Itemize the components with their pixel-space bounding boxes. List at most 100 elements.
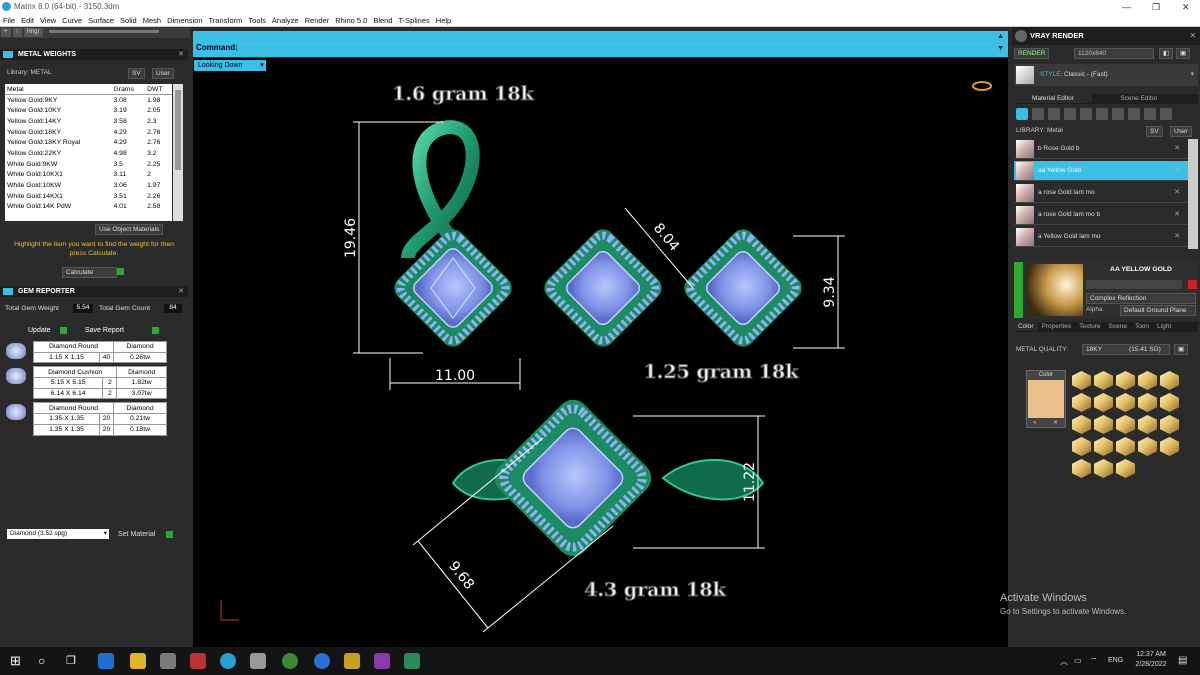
bucket-icon[interactable] [1144, 108, 1156, 120]
update-button[interactable]: Update [28, 327, 51, 334]
command-scroll-down-icon[interactable]: ▼ [997, 45, 1004, 52]
table-row[interactable]: Yellow Gold:18KY 4.29 2.76 [5, 127, 172, 138]
tray-wifi-icon[interactable]: ⌔ [1090, 656, 1098, 666]
app-icon-c[interactable] [250, 653, 266, 669]
save-report-go-icon[interactable] [152, 327, 159, 334]
light-icon[interactable] [1160, 108, 1172, 120]
render-options-icon[interactable]: ◧ [1159, 48, 1174, 59]
menu-dimension[interactable]: Dimension [164, 14, 205, 27]
scroll-thumb[interactable] [175, 90, 181, 170]
hinge-tool-button[interactable]: Hngr [23, 28, 43, 37]
menu-edit[interactable]: Edit [18, 14, 37, 27]
add-tool-button[interactable]: + [1, 28, 11, 37]
material-item[interactable]: a rose Gold lam mo b ✕ [1014, 205, 1188, 225]
color-swatch[interactable] [1028, 380, 1064, 418]
menu-rhino[interactable]: Rhino 5.0 [332, 14, 370, 27]
gradient-icon[interactable] [1064, 108, 1076, 120]
command-input[interactable] [239, 43, 991, 55]
file-explorer-icon[interactable] [130, 653, 146, 669]
tab-scene[interactable]: Scene [1105, 322, 1131, 331]
metal-quality-options-icon[interactable]: ▣ [1174, 344, 1189, 355]
menu-tools[interactable]: Tools [245, 14, 269, 27]
tab-scene-editor[interactable]: Scene Editor [1094, 94, 1184, 103]
gem-thumbnail-icon[interactable] [6, 368, 26, 385]
material-list-scrollbar[interactable] [1188, 139, 1198, 249]
col-dwt[interactable]: DWT [145, 84, 172, 96]
zoom-icon[interactable] [314, 653, 330, 669]
save-report-button[interactable]: Save Report [85, 327, 124, 334]
table-row[interactable]: White Gold:10KW 3.06 1.97 [5, 180, 172, 191]
menu-blend[interactable]: Blend [370, 14, 395, 27]
tab-properties[interactable]: Properties [1038, 322, 1076, 331]
menu-analyze[interactable]: Analyze [269, 14, 302, 27]
menu-file[interactable]: File [0, 14, 18, 27]
style-row[interactable]: STYLE: Classic - (Fast) ▾ [1014, 64, 1198, 86]
col-grams[interactable]: Grams [111, 84, 146, 96]
menu-view[interactable]: View [37, 14, 59, 27]
remove-material-icon[interactable]: ✕ [1174, 144, 1180, 152]
material-delete-icon[interactable] [1188, 280, 1197, 289]
col-metal[interactable]: Metal [5, 84, 112, 96]
clock-date[interactable]: 2/28/2022 [1130, 661, 1172, 668]
table-row[interactable]: Yellow Gold:9KY 3.08 1.98 [5, 95, 172, 106]
table-row[interactable]: Yellow Gold:10KY 3.19 2.05 [5, 105, 172, 116]
maximize-button[interactable]: ❐ [1152, 0, 1160, 14]
minimize-button[interactable]: — [1122, 0, 1131, 14]
tray-monitor-icon[interactable]: ▭ [1074, 656, 1082, 665]
tray-chevron-icon[interactable]: ︿ [1060, 656, 1068, 667]
search-icon[interactable]: ○ [38, 653, 54, 669]
close-button[interactable]: ✕ [1182, 0, 1190, 14]
command-scroll-up-icon[interactable]: ▲ [997, 33, 1004, 40]
menu-help[interactable]: Help [433, 14, 454, 27]
app-icon-e[interactable] [374, 653, 390, 669]
tab-color[interactable]: Color [1014, 322, 1038, 331]
render-camera-icon[interactable]: ▣ [1176, 48, 1191, 59]
gem-thumbnail-icon[interactable] [6, 404, 26, 421]
remove-material-icon[interactable]: ✕ [1174, 166, 1180, 174]
chrome-icon[interactable] [282, 653, 298, 669]
paint-icon[interactable] [1096, 108, 1108, 120]
gem-icon[interactable] [1032, 108, 1044, 120]
gem-row[interactable]: 6.14 X 6.14 2 3.07tw [32, 387, 167, 400]
table-row[interactable]: White Gold:10KX1 3.11 2 [5, 170, 172, 181]
metal-table-scrollbar[interactable] [173, 84, 183, 221]
app-icon-a[interactable] [160, 653, 176, 669]
viewport[interactable]: 19.46 11.00 9.34 8.04 11.22 9.68 1.6 gra… [193, 58, 1008, 647]
edge-icon[interactable] [98, 653, 114, 669]
menu-tsplines[interactable]: T-Splines [396, 14, 433, 27]
tab-light[interactable]: Light [1153, 322, 1175, 331]
update-go-icon[interactable] [60, 327, 67, 334]
tab-toon[interactable]: Toon [1131, 322, 1153, 331]
metal-weights-close-icon[interactable]: ✕ [178, 49, 184, 60]
app-icon-b[interactable] [190, 653, 206, 669]
remove-material-icon[interactable]: ✕ [1174, 232, 1180, 240]
set-material-button[interactable]: Set Material [118, 531, 155, 538]
droplet-icon[interactable] [1016, 108, 1028, 120]
view-tab[interactable]: Looking Down ▾ [194, 60, 266, 71]
gem-row[interactable]: 1.15 X 1.15 40 0.26tw [32, 351, 167, 364]
render-button[interactable]: RENDER [1014, 48, 1050, 59]
gem-thumbnail-icon[interactable] [6, 343, 26, 359]
gem-row[interactable]: 1.35 X 1.35 20 0.21tw [32, 413, 167, 425]
ground-plane-select[interactable]: Default Ground Plane [1120, 305, 1196, 316]
up-tool-button[interactable]: ↑ [12, 28, 22, 37]
menu-transform[interactable]: Transform [206, 14, 246, 27]
eyedropper-icon[interactable]: ● [1033, 420, 1037, 426]
view-dropdown-icon[interactable]: ▾ [258, 60, 266, 71]
task-view-icon[interactable]: ❐ [66, 653, 82, 669]
gem-row[interactable]: 1.35 X 1.35 20 0.18tw [32, 423, 167, 436]
table-row[interactable]: White Gold:14KX1 3.51 2.26 [5, 191, 172, 202]
table-row[interactable]: White Gold:9KW 3.5 2.25 [5, 159, 172, 170]
grid-icon[interactable] [1080, 108, 1092, 120]
reflection-select[interactable]: Complex Reflection [1086, 293, 1196, 304]
tool-slider[interactable] [49, 29, 160, 33]
material-item[interactable]: a rose Gold lam mo ✕ [1014, 183, 1188, 203]
set-material-go-icon[interactable] [166, 531, 173, 538]
clock-time[interactable]: 12:37 AM [1130, 651, 1172, 658]
metal-quality-select[interactable]: 18KY (15.41 SG) [1082, 344, 1170, 355]
ring-preview-icon[interactable] [972, 81, 992, 91]
matrix-taskbar-icon[interactable] [220, 653, 236, 669]
sphere-icon[interactable] [1048, 108, 1060, 120]
swatch-icon[interactable] [1128, 108, 1140, 120]
material-item[interactable]: a Yellow Gold lam mo ✕ [1014, 227, 1188, 247]
